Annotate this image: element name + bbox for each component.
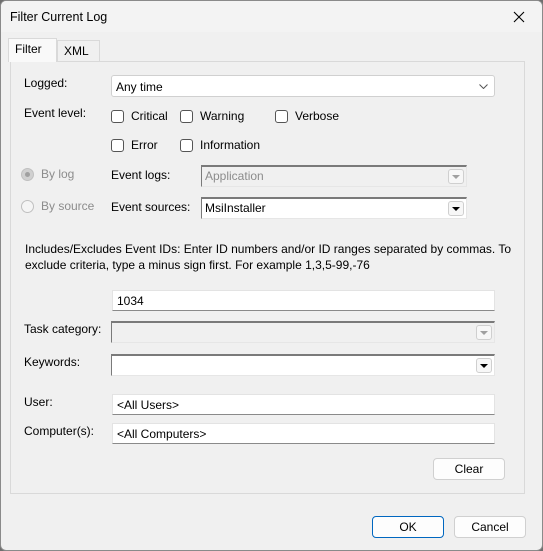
user-value: <All Users>	[117, 398, 180, 412]
cancel-label: Cancel	[471, 520, 509, 534]
by-log-label: By log	[41, 167, 75, 181]
radio-dot	[21, 167, 34, 181]
by-source-radio[interactable]: By source	[21, 199, 94, 213]
clear-button[interactable]: Clear	[433, 458, 505, 480]
event-ids-description: Includes/Excludes Event IDs: Enter ID nu…	[25, 242, 512, 272]
dropdown-button[interactable]	[476, 358, 492, 373]
user-label: User:	[24, 395, 53, 409]
event-sources-dropdown[interactable]: MsiInstaller	[201, 197, 467, 219]
by-source-label: By source	[41, 199, 95, 213]
checkbox-box	[111, 138, 124, 152]
verbose-checkbox[interactable]: Verbose	[275, 109, 339, 123]
filter-panel: Logged: Any time Event level: Critical W…	[10, 61, 525, 494]
information-checkbox[interactable]: Information	[180, 138, 260, 152]
logged-value: Any time	[116, 80, 163, 94]
dropdown-arrow-icon	[452, 206, 460, 211]
logged-dropdown[interactable]: Any time	[111, 75, 495, 97]
by-log-radio[interactable]: By log	[21, 167, 74, 181]
computers-value: <All Computers>	[117, 427, 207, 441]
close-icon	[513, 11, 525, 22]
keywords-dropdown[interactable]	[111, 354, 495, 376]
checkbox-box	[180, 138, 193, 152]
task-category-dropdown[interactable]	[111, 321, 495, 343]
event-level-label: Event level:	[24, 106, 87, 120]
filter-dialog: Filter Current Log Filter XML Logged: An…	[0, 0, 543, 551]
checkbox-box	[111, 109, 124, 123]
dropdown-button[interactable]	[448, 169, 464, 184]
event-sources-value: MsiInstaller	[205, 201, 266, 215]
dropdown-arrow-icon	[480, 330, 488, 335]
event-logs-dropdown[interactable]: Application	[201, 165, 467, 187]
event-logs-label: Event logs:	[111, 168, 171, 182]
cancel-button[interactable]: Cancel	[454, 516, 526, 538]
warning-label: Warning	[200, 109, 245, 123]
dropdown-arrow-icon	[452, 174, 460, 179]
tab-xml-label: XML	[64, 44, 89, 58]
close-button[interactable]	[496, 1, 542, 32]
event-ids-value: 1034	[117, 294, 144, 308]
critical-checkbox[interactable]: Critical	[111, 109, 168, 123]
keywords-label: Keywords:	[24, 355, 81, 369]
ok-button[interactable]: OK	[372, 516, 444, 538]
information-label: Information	[200, 138, 261, 152]
dropdown-arrow-icon	[480, 363, 488, 368]
event-sources-label: Event sources:	[111, 200, 191, 214]
tab-filter[interactable]: Filter	[8, 38, 57, 62]
tab-xml[interactable]: XML	[57, 40, 100, 62]
event-logs-value: Application	[205, 169, 264, 183]
critical-label: Critical	[131, 109, 168, 123]
computers-input[interactable]: <All Computers>	[112, 423, 495, 444]
title-bar: Filter Current Log	[1, 1, 542, 32]
checkbox-box	[275, 109, 288, 123]
tab-filter-label: Filter	[15, 42, 42, 56]
radio-dot	[21, 199, 34, 213]
user-input[interactable]: <All Users>	[112, 394, 495, 415]
checkbox-box	[180, 109, 193, 123]
task-category-label: Task category:	[24, 322, 102, 336]
error-checkbox[interactable]: Error	[111, 138, 158, 152]
ok-label: OK	[399, 520, 417, 534]
verbose-label: Verbose	[295, 109, 340, 123]
dropdown-button[interactable]	[476, 325, 492, 340]
warning-checkbox[interactable]: Warning	[180, 109, 244, 123]
clear-label: Clear	[454, 462, 484, 476]
error-label: Error	[131, 138, 158, 152]
dropdown-button[interactable]	[448, 201, 464, 216]
event-ids-input[interactable]: 1034	[112, 290, 495, 311]
dialog-title: Filter Current Log	[10, 10, 108, 24]
chevron-down-icon	[479, 84, 488, 89]
logged-label: Logged:	[24, 76, 68, 90]
computers-label: Computer(s):	[24, 424, 95, 438]
